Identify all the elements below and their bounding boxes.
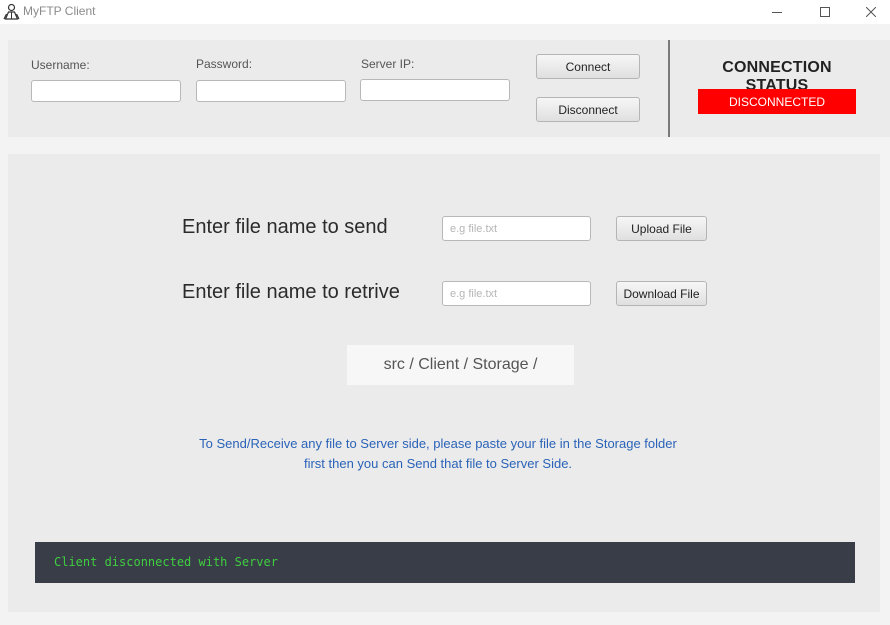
minimize-icon (772, 12, 782, 13)
maximize-icon (820, 7, 830, 17)
password-label: Password: (196, 57, 253, 71)
send-file-input[interactable] (442, 216, 591, 241)
console-output: Client disconnected with Server (35, 542, 855, 583)
connection-status-badge: DISCONNECTED (698, 89, 856, 114)
retrieve-file-label: Enter file name to retrive (182, 281, 400, 303)
title-bar: MyFTP Client (0, 0, 890, 24)
close-button[interactable] (848, 0, 890, 24)
close-icon (866, 7, 876, 17)
download-file-button[interactable]: Download File (616, 281, 707, 306)
file-transfer-panel: Enter file name to send Upload File Ente… (8, 154, 880, 612)
password-input[interactable] (196, 80, 346, 102)
info-line-1: To Send/Receive any file to Server side,… (199, 436, 677, 451)
window-title: MyFTP Client (23, 4, 96, 18)
retrieve-file-input[interactable] (442, 281, 591, 306)
console-message: Client disconnected with Server (54, 555, 278, 569)
send-file-label: Enter file name to send (182, 216, 388, 238)
connection-panel: Username: Password: Server IP: Connect D… (8, 40, 890, 137)
info-message: To Send/Receive any file to Server side,… (158, 434, 718, 474)
storage-path: src / Client / Storage / (347, 345, 574, 385)
panel-divider (668, 40, 670, 137)
info-line-2: first then you can Send that file to Ser… (303, 456, 573, 471)
disconnect-button[interactable]: Disconnect (536, 97, 640, 122)
maximize-button[interactable] (802, 0, 848, 24)
connect-button[interactable]: Connect (536, 54, 640, 79)
minimize-button[interactable] (754, 0, 800, 24)
server-ip-input[interactable] (360, 79, 510, 101)
user-group-icon (3, 3, 20, 20)
server-ip-label: Server IP: (361, 57, 415, 71)
upload-file-button[interactable]: Upload File (616, 216, 707, 241)
username-label: Username: (31, 58, 90, 72)
username-input[interactable] (31, 80, 181, 102)
